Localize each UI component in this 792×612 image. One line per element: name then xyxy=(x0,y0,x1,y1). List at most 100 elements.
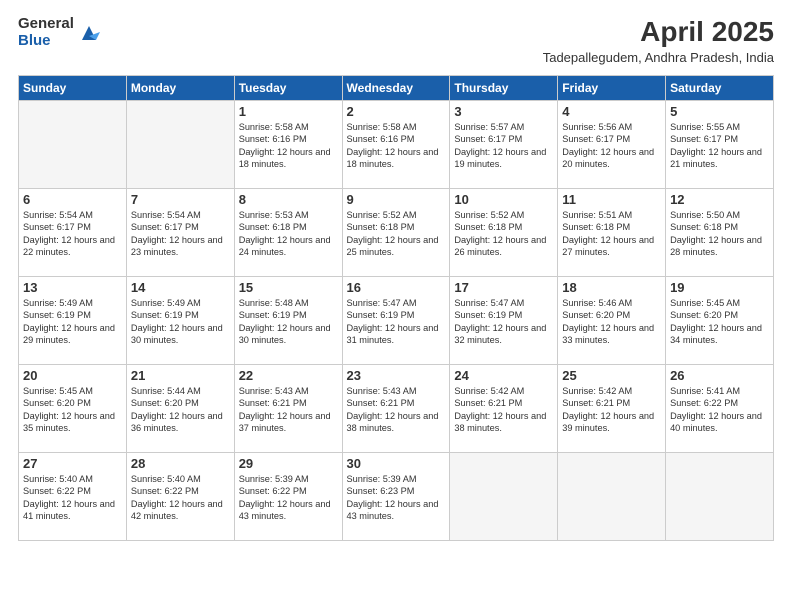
calendar-cell xyxy=(666,453,774,541)
logo-icon xyxy=(78,22,100,44)
calendar-cell: 19Sunrise: 5:45 AM Sunset: 6:20 PM Dayli… xyxy=(666,277,774,365)
calendar-cell: 29Sunrise: 5:39 AM Sunset: 6:22 PM Dayli… xyxy=(234,453,342,541)
calendar-cell: 17 Sunrise: 5:47 AM Sunset: 6:19 PM Dayli… xyxy=(450,277,558,365)
logo-text: General Blue xyxy=(18,16,74,49)
header: General Blue April 2025 Tadepallegudem, … xyxy=(18,16,774,65)
calendar-cell: 8Sunrise: 5:53 AM Sunset: 6:18 PM Daylig… xyxy=(234,189,342,277)
calendar-cell xyxy=(126,101,234,189)
day-info: Sunrise: 5:46 AM Sunset: 6:20 PM Dayligh… xyxy=(562,297,661,347)
day-info: Sunrise: 5:54 AM Sunset: 6:17 PM Dayligh… xyxy=(131,209,230,259)
calendar-table: SundayMondayTuesdayWednesdayThursdayFrid… xyxy=(18,75,774,541)
day-info: Sunrise: 5:53 AM Sunset: 6:18 PM Dayligh… xyxy=(239,209,338,259)
day-number: 9 xyxy=(347,192,446,207)
day-number: 17 xyxy=(454,280,553,295)
day-number: 23 xyxy=(347,368,446,383)
day-info: Sunrise: 5:47 AM Sunset: 6:19 PM Dayligh… xyxy=(347,297,446,347)
week-row-3: 20 Sunrise: 5:45 AM Sunset: 6:20 PM Dayli… xyxy=(19,365,774,453)
calendar-cell: 15 Sunrise: 5:48 AM Sunset: 6:19 PM Dayli… xyxy=(234,277,342,365)
calendar-cell: 9 Sunrise: 5:52 AM Sunset: 6:18 PM Daylig… xyxy=(342,189,450,277)
day-number: 7 xyxy=(131,192,230,207)
logo-blue: Blue xyxy=(18,33,74,50)
day-info: Sunrise: 5:40 AM Sunset: 6:22 PM Dayligh… xyxy=(23,473,122,523)
day-number: 21 xyxy=(131,368,230,383)
calendar-title: April 2025 xyxy=(543,16,774,48)
day-info: Sunrise: 5:44 AM Sunset: 6:20 PM Dayligh… xyxy=(131,385,230,435)
day-number: 18 xyxy=(562,280,661,295)
day-number: 6 xyxy=(23,192,122,207)
day-number: 19 xyxy=(670,280,769,295)
calendar-cell xyxy=(450,453,558,541)
calendar-cell: 21 Sunrise: 5:44 AM Sunset: 6:20 PM Dayli… xyxy=(126,365,234,453)
day-number: 26 xyxy=(670,368,769,383)
day-info: Sunrise: 5:48 AM Sunset: 6:19 PM Dayligh… xyxy=(239,297,338,347)
day-info: Sunrise: 5:40 AM Sunset: 6:22 PM Dayligh… xyxy=(131,473,230,523)
day-info: Sunrise: 5:41 AM Sunset: 6:22 PM Dayligh… xyxy=(670,385,769,435)
calendar-cell: 25 Sunrise: 5:42 AM Sunset: 6:21 PM Dayli… xyxy=(558,365,666,453)
calendar-cell: 20 Sunrise: 5:45 AM Sunset: 6:20 PM Dayli… xyxy=(19,365,127,453)
day-info: Sunrise: 5:52 AM Sunset: 6:18 PM Dayligh… xyxy=(454,209,553,259)
calendar-cell: 26 Sunrise: 5:41 AM Sunset: 6:22 PM Dayli… xyxy=(666,365,774,453)
calendar-cell: 14 Sunrise: 5:49 AM Sunset: 6:19 PM Dayli… xyxy=(126,277,234,365)
day-info: Sunrise: 5:47 AM Sunset: 6:19 PM Dayligh… xyxy=(454,297,553,347)
calendar-cell: 6 Sunrise: 5:54 AM Sunset: 6:17 PM Daylig… xyxy=(19,189,127,277)
calendar-cell: 28 Sunrise: 5:40 AM Sunset: 6:22 PM Dayli… xyxy=(126,453,234,541)
calendar-cell: 3 Sunrise: 5:57 AM Sunset: 6:17 PM Daylig… xyxy=(450,101,558,189)
day-info: Sunrise: 5:58 AM Sunset: 6:16 PM Dayligh… xyxy=(239,121,338,171)
day-info: Sunrise: 5:43 AM Sunset: 6:21 PM Dayligh… xyxy=(239,385,338,435)
day-number: 3 xyxy=(454,104,553,119)
week-row-2: 13 Sunrise: 5:49 AM Sunset: 6:19 PM Dayli… xyxy=(19,277,774,365)
day-number: 27 xyxy=(23,456,122,471)
day-number: 20 xyxy=(23,368,122,383)
calendar-cell: 2 Sunrise: 5:58 AM Sunset: 6:16 PM Daylig… xyxy=(342,101,450,189)
logo: General Blue xyxy=(18,16,100,49)
day-info: Sunrise: 5:50 AM Sunset: 6:18 PM Dayligh… xyxy=(670,209,769,259)
day-number: 16 xyxy=(347,280,446,295)
day-number: 13 xyxy=(23,280,122,295)
day-info: Sunrise: 5:52 AM Sunset: 6:18 PM Dayligh… xyxy=(347,209,446,259)
calendar-cell: 23 Sunrise: 5:43 AM Sunset: 6:21 PM Dayli… xyxy=(342,365,450,453)
day-info: Sunrise: 5:39 AM Sunset: 6:23 PM Dayligh… xyxy=(347,473,446,523)
day-number: 24 xyxy=(454,368,553,383)
day-number: 4 xyxy=(562,104,661,119)
calendar-cell: 1 Sunrise: 5:58 AM Sunset: 6:16 PM Daylig… xyxy=(234,101,342,189)
calendar-cell xyxy=(19,101,127,189)
week-row-0: 1 Sunrise: 5:58 AM Sunset: 6:16 PM Daylig… xyxy=(19,101,774,189)
calendar-cell: 11Sunrise: 5:51 AM Sunset: 6:18 PM Dayli… xyxy=(558,189,666,277)
calendar-cell: 4 Sunrise: 5:56 AM Sunset: 6:17 PM Daylig… xyxy=(558,101,666,189)
calendar-subtitle: Tadepallegudem, Andhra Pradesh, India xyxy=(543,50,774,65)
day-info: Sunrise: 5:42 AM Sunset: 6:21 PM Dayligh… xyxy=(562,385,661,435)
col-header-friday: Friday xyxy=(558,76,666,101)
calendar-cell: 30Sunrise: 5:39 AM Sunset: 6:23 PM Dayli… xyxy=(342,453,450,541)
day-number: 15 xyxy=(239,280,338,295)
day-number: 28 xyxy=(131,456,230,471)
col-header-saturday: Saturday xyxy=(666,76,774,101)
day-info: Sunrise: 5:57 AM Sunset: 6:17 PM Dayligh… xyxy=(454,121,553,171)
day-number: 25 xyxy=(562,368,661,383)
day-info: Sunrise: 5:56 AM Sunset: 6:17 PM Dayligh… xyxy=(562,121,661,171)
col-header-monday: Monday xyxy=(126,76,234,101)
day-info: Sunrise: 5:45 AM Sunset: 6:20 PM Dayligh… xyxy=(23,385,122,435)
title-block: April 2025 Tadepallegudem, Andhra Prades… xyxy=(543,16,774,65)
calendar-cell: 16 Sunrise: 5:47 AM Sunset: 6:19 PM Dayli… xyxy=(342,277,450,365)
col-header-thursday: Thursday xyxy=(450,76,558,101)
day-info: Sunrise: 5:58 AM Sunset: 6:16 PM Dayligh… xyxy=(347,121,446,171)
day-info: Sunrise: 5:54 AM Sunset: 6:17 PM Dayligh… xyxy=(23,209,122,259)
calendar-cell: 18 Sunrise: 5:46 AM Sunset: 6:20 PM Dayli… xyxy=(558,277,666,365)
day-info: Sunrise: 5:49 AM Sunset: 6:19 PM Dayligh… xyxy=(131,297,230,347)
week-row-1: 6 Sunrise: 5:54 AM Sunset: 6:17 PM Daylig… xyxy=(19,189,774,277)
day-number: 2 xyxy=(347,104,446,119)
calendar-cell: 7 Sunrise: 5:54 AM Sunset: 6:17 PM Daylig… xyxy=(126,189,234,277)
day-info: Sunrise: 5:49 AM Sunset: 6:19 PM Dayligh… xyxy=(23,297,122,347)
day-info: Sunrise: 5:43 AM Sunset: 6:21 PM Dayligh… xyxy=(347,385,446,435)
day-info: Sunrise: 5:55 AM Sunset: 6:17 PM Dayligh… xyxy=(670,121,769,171)
day-number: 22 xyxy=(239,368,338,383)
header-row: SundayMondayTuesdayWednesdayThursdayFrid… xyxy=(19,76,774,101)
day-number: 14 xyxy=(131,280,230,295)
col-header-wednesday: Wednesday xyxy=(342,76,450,101)
col-header-sunday: Sunday xyxy=(19,76,127,101)
week-row-4: 27 Sunrise: 5:40 AM Sunset: 6:22 PM Dayli… xyxy=(19,453,774,541)
day-number: 1 xyxy=(239,104,338,119)
col-header-tuesday: Tuesday xyxy=(234,76,342,101)
calendar-cell: 24Sunrise: 5:42 AM Sunset: 6:21 PM Dayli… xyxy=(450,365,558,453)
calendar-cell: 27 Sunrise: 5:40 AM Sunset: 6:22 PM Dayli… xyxy=(19,453,127,541)
